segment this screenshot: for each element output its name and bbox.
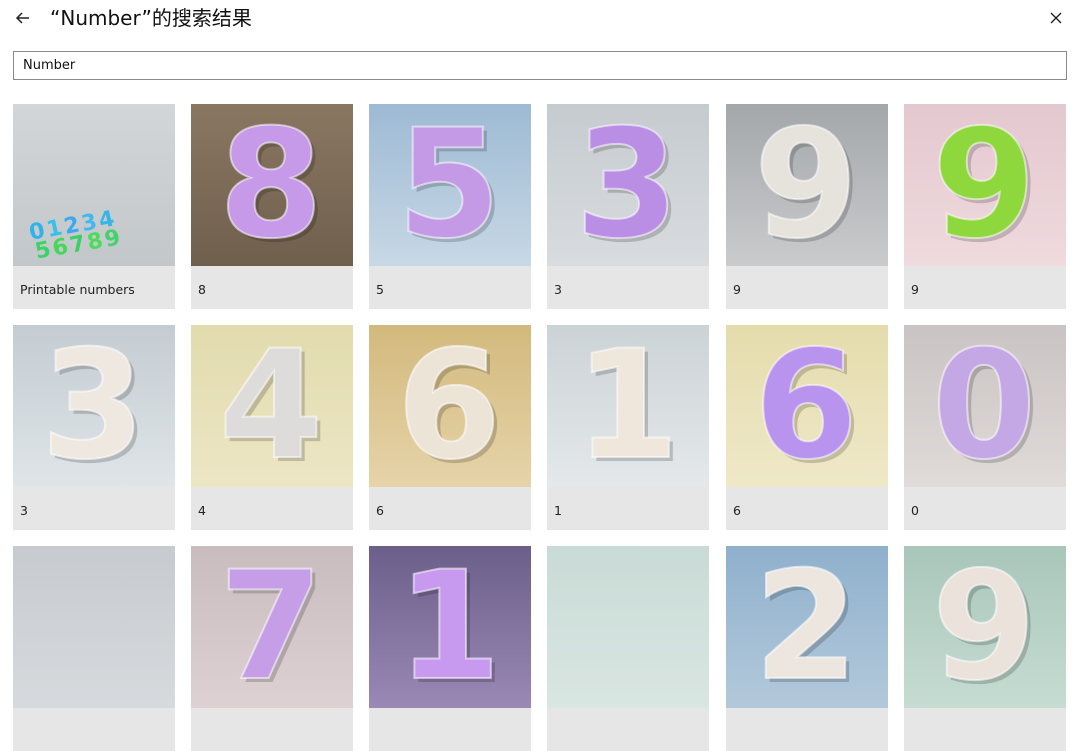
result-label: 1 <box>554 503 562 518</box>
result-tile[interactable]: 11 <box>369 546 531 751</box>
result-label: 6 <box>733 503 741 518</box>
svg-text:4: 4 <box>219 325 323 487</box>
svg-text:6: 6 <box>397 325 501 487</box>
result-thumbnail <box>547 546 709 708</box>
result-tile[interactable]: 77 <box>191 546 353 751</box>
result-tile[interactable]: 99 <box>904 546 1066 751</box>
close-icon <box>1050 12 1062 24</box>
search-input[interactable] <box>13 51 1067 80</box>
svg-text:0: 0 <box>932 325 1036 487</box>
result-thumbnail: 0123456789 <box>13 104 175 266</box>
result-tile[interactable] <box>547 546 709 751</box>
result-thumbnail: 44 <box>191 325 353 487</box>
result-tile[interactable]: 333 <box>13 325 175 530</box>
result-label: 6 <box>376 503 384 518</box>
result-label: 9 <box>911 282 919 297</box>
multicolor-digits-image: 0123456789 <box>13 104 175 266</box>
svg-text:3: 3 <box>575 104 679 266</box>
result-thumbnail: 22 <box>726 546 888 708</box>
result-tile[interactable] <box>13 546 175 751</box>
result-tile[interactable]: 666 <box>369 325 531 530</box>
result-thumbnail: 99 <box>904 546 1066 708</box>
svg-text:2: 2 <box>754 546 858 708</box>
result-tile[interactable]: 888 <box>191 104 353 309</box>
partial-image <box>13 546 175 708</box>
result-thumbnail: 55 <box>369 104 531 266</box>
svg-text:5: 5 <box>397 104 501 266</box>
result-label: 3 <box>554 282 562 297</box>
header-bar: “Number”的搜索结果 <box>0 0 1080 40</box>
result-label: Printable numbers <box>20 282 135 297</box>
svg-text:3: 3 <box>41 325 145 487</box>
result-tile[interactable]: 000 <box>904 325 1066 530</box>
white-1-image: 11 <box>547 325 709 487</box>
result-thumbnail: 33 <box>547 104 709 266</box>
result-label: 4 <box>198 503 206 518</box>
white-2-image: 22 <box>726 546 888 708</box>
result-thumbnail: 77 <box>191 546 353 708</box>
purple-3-image: 33 <box>547 104 709 266</box>
result-thumbnail: 66 <box>726 325 888 487</box>
svg-text:1: 1 <box>575 325 679 487</box>
page-title: “Number”的搜索结果 <box>50 6 252 30</box>
result-thumbnail: 33 <box>13 325 175 487</box>
result-thumbnail: 11 <box>547 325 709 487</box>
result-tile[interactable]: 333 <box>547 104 709 309</box>
result-thumbnail: 88 <box>191 104 353 266</box>
result-label: 9 <box>733 282 741 297</box>
partial-image <box>547 546 709 708</box>
svg-text:8: 8 <box>219 104 323 266</box>
result-tile[interactable]: 999 <box>726 104 888 309</box>
purple-8-image: 88 <box>191 104 353 266</box>
result-tile[interactable]: 22 <box>726 546 888 751</box>
purple-6-image: 66 <box>726 325 888 487</box>
close-button[interactable] <box>1042 4 1070 32</box>
result-thumbnail: 00 <box>904 325 1066 487</box>
white-9-image: 99 <box>904 546 1066 708</box>
purple-0-image: 00 <box>904 325 1066 487</box>
white-3-image: 33 <box>13 325 175 487</box>
result-label: 0 <box>911 503 919 518</box>
white-9-image: 99 <box>726 104 888 266</box>
purple-5-image: 55 <box>369 104 531 266</box>
result-label: 3 <box>20 503 28 518</box>
result-tile[interactable]: 0 1 2 3 4 5 6 7 8 9 Printable numbers <box>13 104 175 309</box>
result-tile[interactable]: 444 <box>191 325 353 530</box>
purple-7-image: 77 <box>191 546 353 708</box>
result-tile[interactable]: 666 <box>726 325 888 530</box>
result-label: 5 <box>376 282 384 297</box>
white-6-image: 66 <box>369 325 531 487</box>
svg-text:7: 7 <box>219 546 323 708</box>
result-tile[interactable]: 999 <box>904 104 1066 309</box>
green-9-image: 99 <box>904 104 1066 266</box>
back-button[interactable] <box>10 4 38 32</box>
purple-1-image: 11 <box>369 546 531 708</box>
svg-text:9: 9 <box>754 104 858 266</box>
result-thumbnail: 11 <box>369 546 531 708</box>
result-tile[interactable]: 111 <box>547 325 709 530</box>
svg-text:6: 6 <box>754 325 858 487</box>
result-thumbnail: 99 <box>904 104 1066 266</box>
result-thumbnail: 99 <box>726 104 888 266</box>
arrow-left-icon <box>15 12 29 24</box>
result-thumbnail <box>13 546 175 708</box>
result-tile[interactable]: 555 <box>369 104 531 309</box>
svg-text:1: 1 <box>397 546 501 708</box>
svg-text:9: 9 <box>932 546 1036 708</box>
result-thumbnail: 66 <box>369 325 531 487</box>
svg-text:9: 9 <box>932 104 1036 266</box>
white-4-image: 44 <box>191 325 353 487</box>
result-label: 8 <box>198 282 206 297</box>
